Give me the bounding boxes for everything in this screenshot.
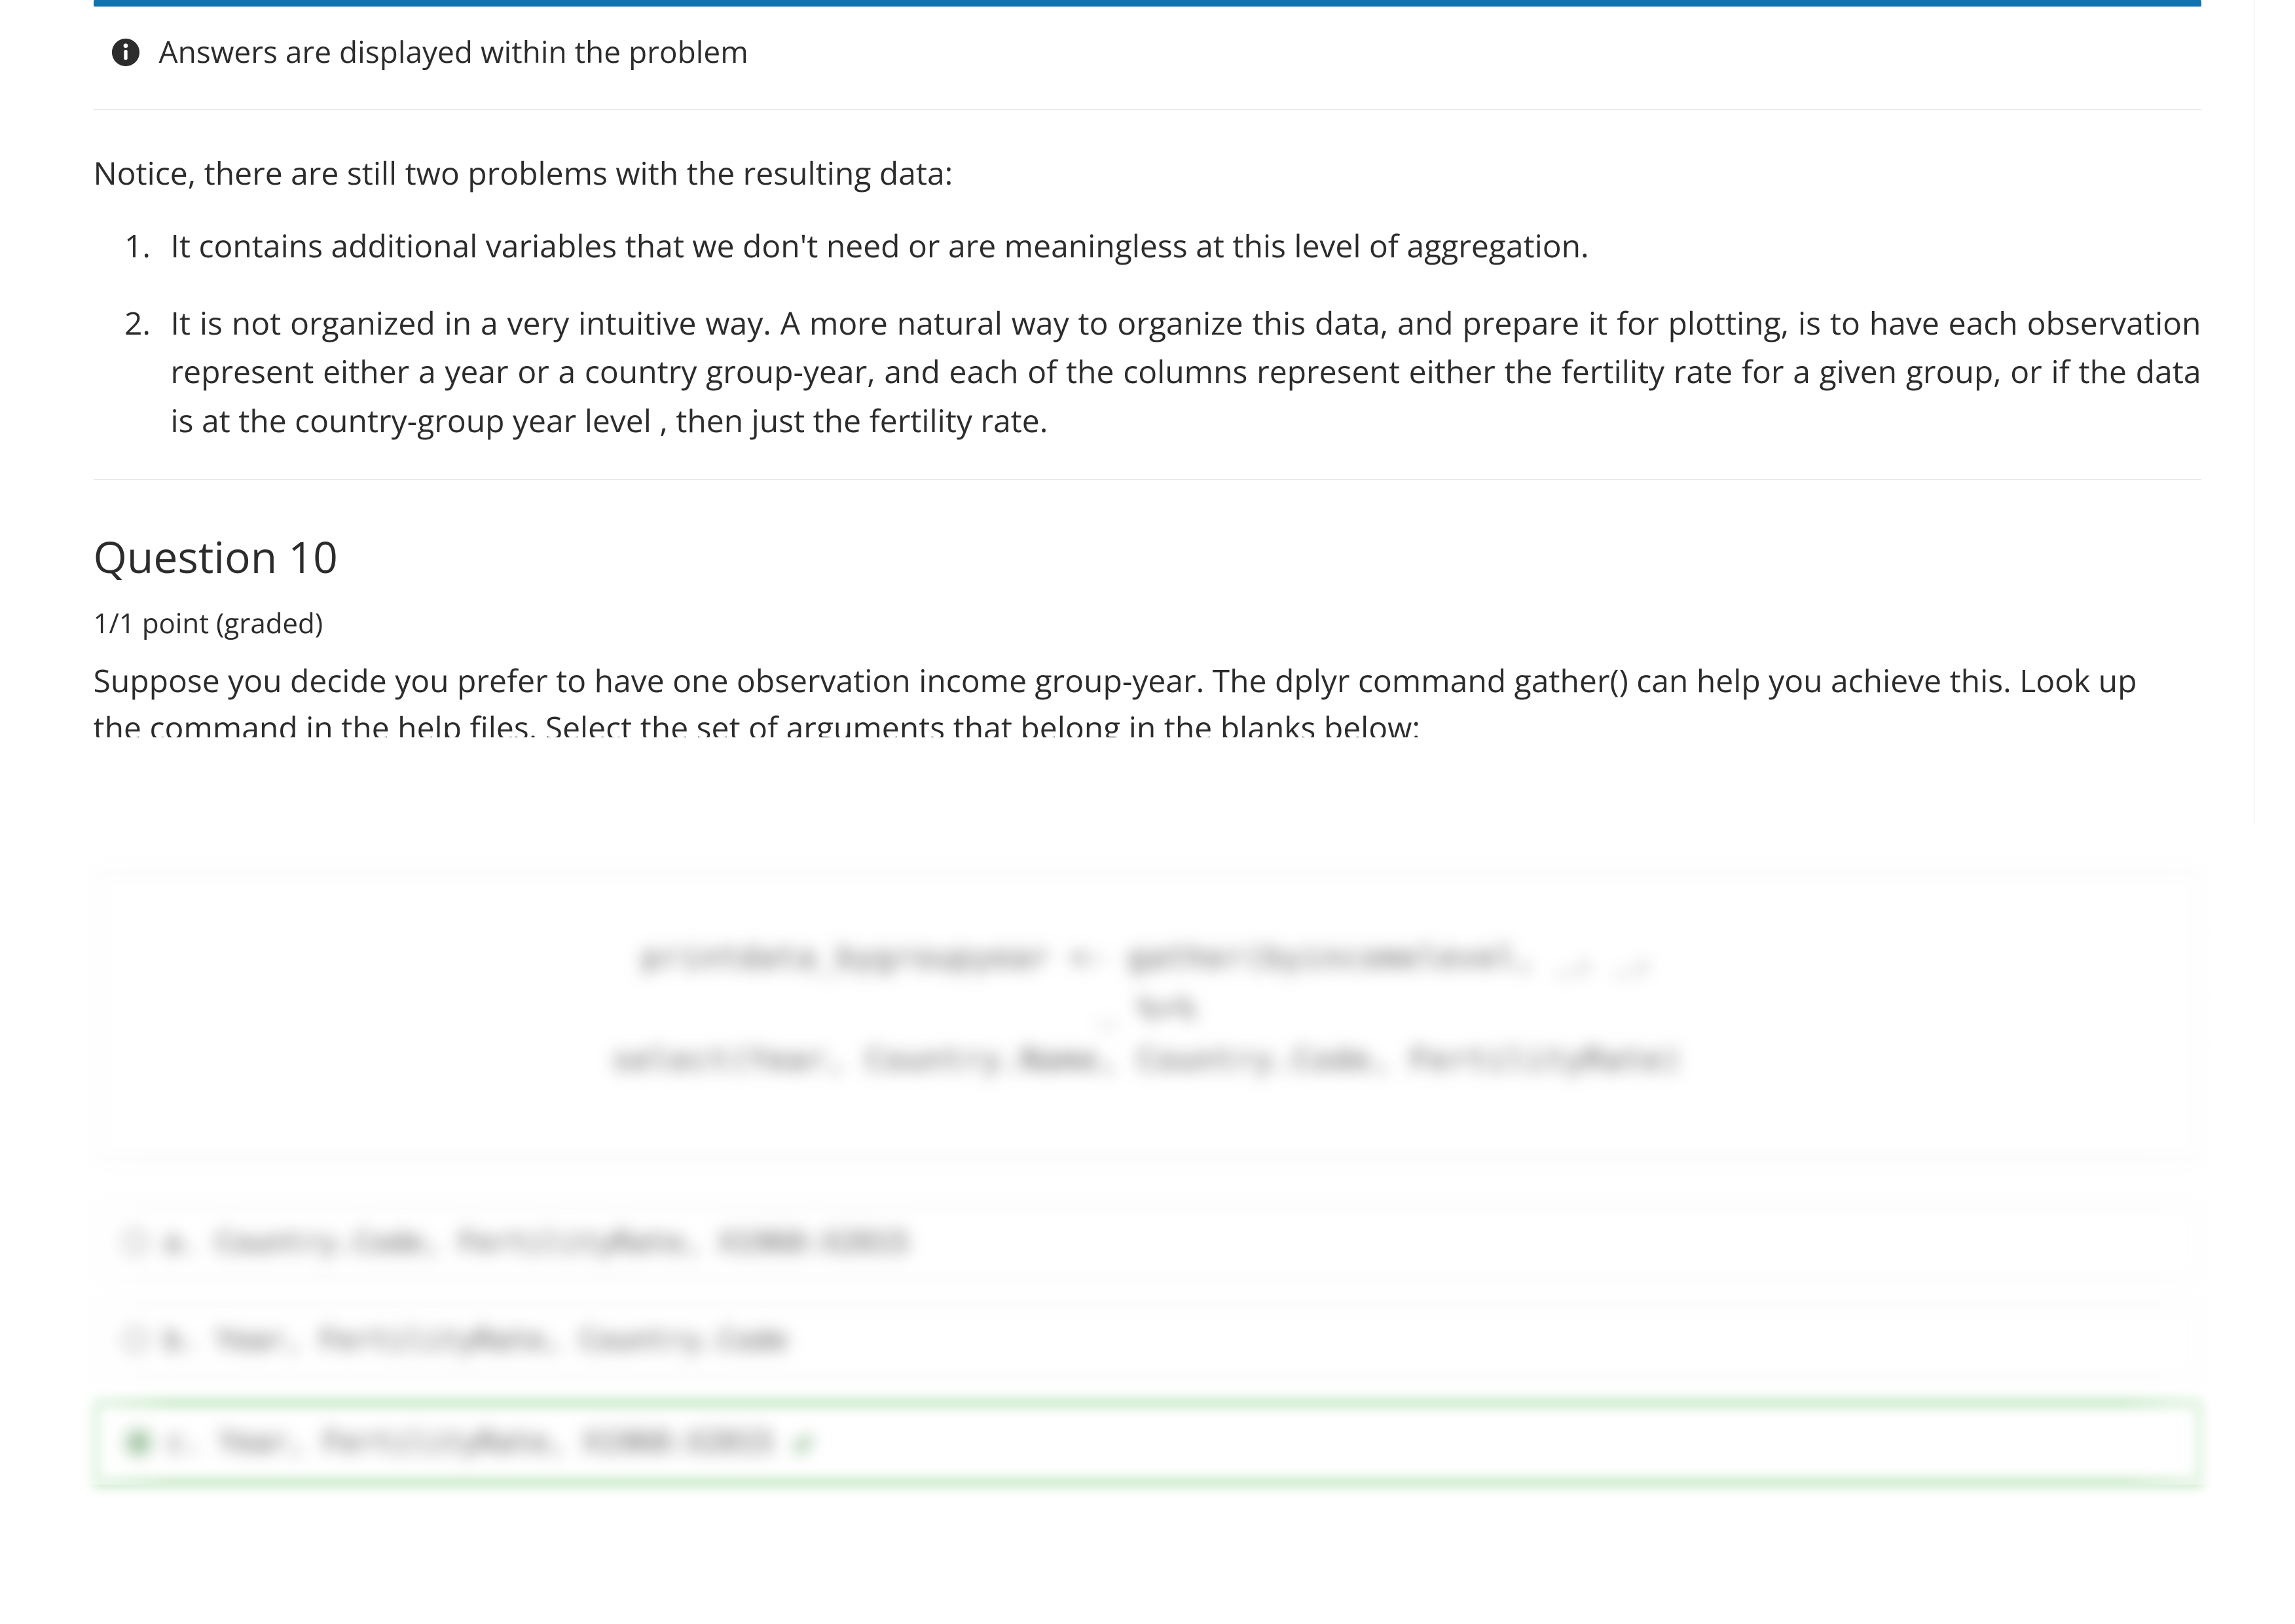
page-root: Answers are displayed within the problem… bbox=[0, 0, 2295, 1624]
answer-option[interactable]: b. Year, FertilityRate, Country.Code bbox=[94, 1303, 2202, 1377]
question-prompt-line2: the command in the help files. Select th… bbox=[94, 705, 2201, 737]
question-prompt-line2-clipped: the command in the help files. Select th… bbox=[94, 705, 2201, 737]
check-icon: ✔ bbox=[795, 1424, 814, 1461]
intro-list: It contains additional variables that we… bbox=[94, 222, 2201, 446]
code-line: select(Year, Country.Name, Country.Code,… bbox=[122, 1034, 2174, 1085]
intro-list-item: It contains additional variables that we… bbox=[159, 222, 2201, 270]
radio-icon bbox=[122, 1230, 147, 1255]
intro-list-item: It is not organized in a very intuitive … bbox=[159, 299, 2201, 445]
code-line: printdata_bygroupyear <- gather(byincome… bbox=[122, 932, 2174, 983]
option-label: c. Year, FertilityRate, X1960:X2015 bbox=[167, 1426, 774, 1459]
info-icon bbox=[111, 37, 141, 67]
answer-option[interactable]: c. Year, FertilityRate, X1960:X2015 ✔ bbox=[94, 1401, 2202, 1485]
option-label: b. Year, FertilityRate, Country.Code bbox=[164, 1323, 788, 1357]
answers-banner: Answers are displayed within the problem bbox=[94, 30, 2201, 110]
banner-top-rule bbox=[94, 0, 2201, 7]
locked-content: printdata_bygroupyear <- gather(byincome… bbox=[41, 825, 2254, 1485]
radio-icon bbox=[125, 1430, 150, 1455]
section-divider bbox=[94, 479, 2201, 480]
answer-option[interactable]: a. Country.Code, FertilityRate, X1960:X2… bbox=[94, 1206, 2202, 1280]
answers-banner-text: Answers are displayed within the problem bbox=[159, 34, 748, 70]
code-block: printdata_bygroupyear <- gather(byincome… bbox=[94, 871, 2202, 1160]
question-title: Question 10 bbox=[94, 527, 2201, 586]
question-points: 1/1 point (graded) bbox=[94, 604, 2201, 642]
intro-lead: Notice, there are still two problems wit… bbox=[94, 110, 2201, 198]
code-line: _ %>% bbox=[122, 983, 2174, 1034]
question-prompt-line1: Suppose you decide you prefer to have on… bbox=[94, 657, 2201, 705]
radio-icon bbox=[122, 1327, 147, 1352]
content-column: Answers are displayed within the problem… bbox=[41, 0, 2254, 825]
option-label: a. Country.Code, FertilityRate, X1960:X2… bbox=[164, 1226, 909, 1259]
